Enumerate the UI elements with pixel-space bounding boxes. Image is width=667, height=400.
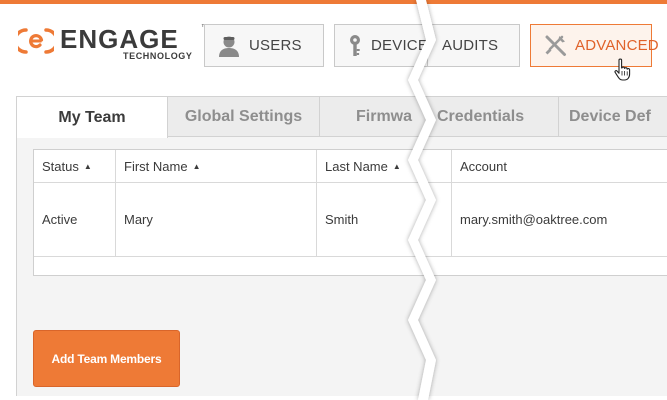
user-icon (217, 34, 241, 58)
team-members-table: Status ▲ First Name ▲ Last Name ▲ Accoun… (33, 149, 667, 276)
cell-text: mary.smith@oaktree.com (460, 212, 608, 227)
tab-device-defaults-label: Device Def (569, 108, 651, 125)
tab-global-settings-label: Global Settings (184, 108, 303, 125)
cell-text: Active (42, 212, 78, 227)
sort-ascending-icon: ▲ (192, 161, 201, 171)
column-header-status[interactable]: Status ▲ (34, 150, 116, 183)
column-header-label: Last Name (325, 158, 388, 174)
app-header: ENGAGE ™ TECHNOLOGY USERS DEVICE AUDITS (0, 4, 667, 81)
table-cell-account[interactable]: mary.smith@oaktree.com (452, 183, 667, 257)
hand-pointer-icon (614, 58, 631, 81)
tab-global-settings[interactable]: Global Settings (168, 97, 320, 137)
cell-text: Mary (124, 212, 153, 227)
sort-ascending-icon: ▲ (83, 161, 92, 171)
add-team-members-button[interactable]: Add Team Members (33, 330, 180, 387)
key-icon (347, 34, 363, 58)
table-cell-first-name[interactable]: Mary (116, 183, 317, 257)
engage-logo-mark (18, 28, 54, 54)
tab-my-team[interactable]: My Team (17, 97, 168, 138)
tab-bar: My Team Global Settings Firmwa Credentia… (17, 97, 667, 138)
column-header-label: First Name (124, 158, 188, 174)
nav-users-button[interactable]: USERS (204, 24, 324, 67)
column-header-label: Status (42, 158, 79, 174)
column-header-label: Account (460, 158, 507, 174)
nav-advanced-button[interactable]: ADVANCED (530, 24, 659, 67)
nav-advanced-label: ADVANCED (575, 37, 659, 54)
column-header-account[interactable]: Account (452, 150, 667, 183)
cell-text: Smith (325, 212, 359, 227)
tools-icon (543, 35, 567, 57)
nav-users-label: USERS (249, 37, 302, 54)
column-header-first-name[interactable]: First Name ▲ (116, 150, 317, 183)
tab-my-team-label: My Team (58, 108, 126, 126)
table-cell-status[interactable]: Active (34, 183, 116, 257)
image-tear-divider (408, 0, 436, 400)
add-team-members-label: Add Team Members (51, 351, 162, 366)
tab-device-defaults[interactable]: Device Def (559, 97, 667, 137)
logo-tagline: TECHNOLOGY (123, 51, 193, 61)
